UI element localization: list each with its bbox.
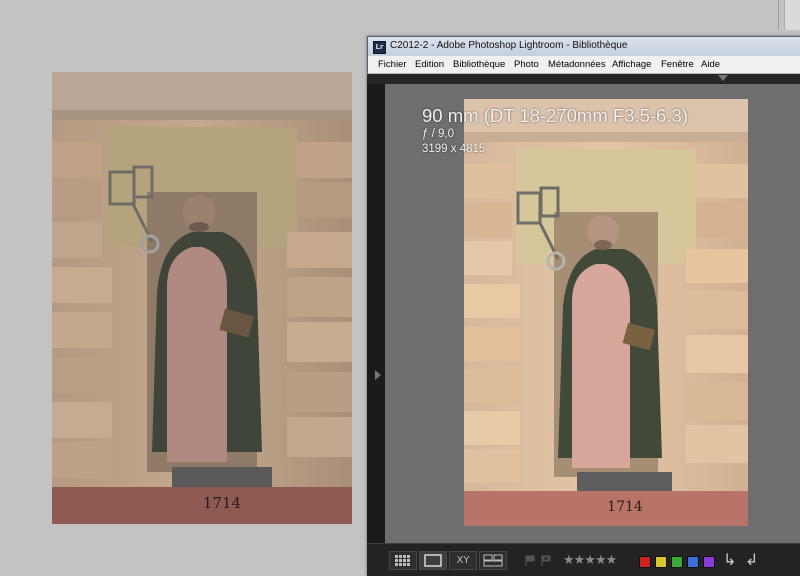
rotate-right-icon[interactable]: ↲ (745, 550, 758, 569)
top-panel-strip[interactable] (367, 74, 800, 84)
menu-bar: Fichier Edition Bibliothèque Photo Métad… (367, 56, 800, 74)
menu-metadonnees[interactable]: Métadonnées (548, 59, 606, 70)
lightroom-workspace: 1714 90 mm (DT 18-270mm F3.5-6.3) ƒ / 9,… (367, 74, 800, 576)
color-label-red[interactable] (639, 556, 651, 568)
statue-photo-left: 1714 (52, 72, 352, 524)
left-panel-toggle-icon[interactable] (375, 370, 381, 380)
desktop-panel-edge (784, 0, 800, 30)
lightroom-app-icon: Lr (373, 41, 386, 54)
menu-fichier[interactable]: Fichier (378, 59, 407, 70)
plinth-engraving-preview: 1714 (607, 499, 643, 515)
plinth-engraving-left: 1714 (203, 494, 241, 512)
title-bar[interactable]: Lr C2012-2 - Adobe Photoshop Lightroom -… (367, 36, 800, 57)
left-panel-strip[interactable] (367, 84, 385, 544)
grid-view-icon (395, 555, 410, 566)
loupe-view-button[interactable] (419, 551, 447, 570)
loupe-view[interactable]: 1714 90 mm (DT 18-270mm F3.5-6.3) ƒ / 9,… (385, 84, 800, 544)
compare-view-button[interactable]: XY (449, 551, 477, 570)
menu-affichage[interactable]: Affichage (612, 59, 651, 70)
lightroom-window: Lr C2012-2 - Adobe Photoshop Lightroom -… (367, 36, 800, 576)
menu-edition[interactable]: Edition (415, 59, 444, 70)
color-label-purple[interactable] (703, 556, 715, 568)
photo-info-overlay: 90 mm (DT 18-270mm F3.5-6.3) ƒ / 9,0 319… (422, 105, 688, 157)
grid-view-button[interactable] (389, 551, 417, 570)
survey-view-button[interactable] (479, 551, 507, 570)
photo-preview[interactable]: 1714 (464, 99, 748, 526)
top-panel-toggle-icon[interactable] (718, 75, 728, 81)
aperture-info: ƒ / 9,0 (422, 128, 454, 140)
menu-photo[interactable]: Photo (514, 59, 539, 70)
compare-view-label: XY (456, 555, 470, 566)
flag-reject-icon[interactable] (541, 555, 551, 566)
color-label-green[interactable] (671, 556, 683, 568)
desktop-divider (778, 0, 779, 30)
bottom-toolbar: XY ★★★★★ ↳ ↲ (367, 543, 800, 576)
rotate-left-icon[interactable]: ↳ (723, 550, 736, 569)
menu-bibliotheque[interactable]: Bibliothèque (453, 59, 505, 70)
flag-pick-icon[interactable] (525, 555, 535, 566)
loupe-view-icon (424, 554, 442, 567)
statue-image-preview: 1714 (464, 99, 748, 526)
statue-image-left: 1714 (52, 72, 352, 524)
color-label-yellow[interactable] (655, 556, 667, 568)
lens-info: 90 mm (DT 18-270mm F3.5-6.3) (422, 105, 688, 126)
window-title: C2012-2 - Adobe Photoshop Lightroom - Bi… (390, 40, 628, 51)
survey-view-icon (483, 554, 503, 567)
dimensions-info: 3199 x 4815 (422, 143, 486, 155)
menu-fenetre[interactable]: Fenêtre (661, 59, 694, 70)
menu-aide[interactable]: Aide (701, 59, 720, 70)
color-label-blue[interactable] (687, 556, 699, 568)
